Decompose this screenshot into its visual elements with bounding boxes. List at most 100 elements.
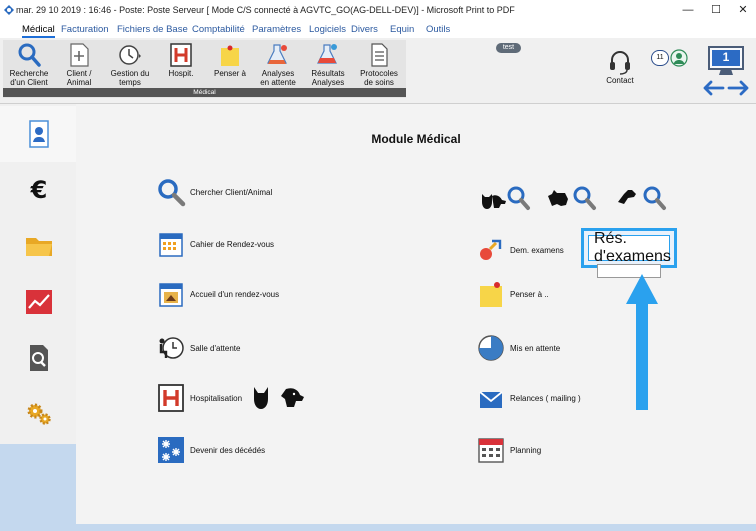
ribbon-label: en attente: [260, 77, 296, 87]
planning-button[interactable]: Planning: [476, 432, 541, 468]
hospital-icon: [170, 43, 192, 67]
maximize-button[interactable]: ☐: [702, 0, 730, 20]
gears-icon: [27, 403, 51, 425]
exam-request-icon: [480, 239, 502, 260]
sidebar-tab-statistiques[interactable]: [0, 274, 76, 330]
planning-calendar-icon: [478, 438, 504, 463]
menu-item-label: Hospitalisation: [190, 393, 243, 403]
folder-icon: [26, 238, 52, 256]
count-badge[interactable]: 11: [651, 50, 669, 66]
menu-item-label: Planning: [510, 445, 542, 455]
menu-item-label: Chercher Client/Animal: [190, 187, 273, 197]
hospitalisation-button[interactable]: Hospitalisation: [156, 380, 306, 416]
menu-item-label: Relances ( mailing ): [510, 393, 581, 403]
menu-parametres[interactable]: Paramètres: [252, 24, 301, 35]
sidebar-tab-medical[interactable]: [0, 106, 76, 162]
flask-icon: [267, 44, 287, 64]
menu-item-label: Accueil d'un rendez-vous: [190, 289, 280, 299]
cat-dog-search-icon: [482, 186, 530, 210]
minimize-button[interactable]: —: [674, 0, 702, 20]
search-cat-dog-button[interactable]: [480, 180, 532, 216]
ribbon-resultats-analyses-button[interactable]: Résultats Analyses: [305, 42, 351, 87]
ribbon-recherche-client-button[interactable]: Recherche d'un Client: [5, 42, 53, 87]
search-cattle-button[interactable]: [546, 180, 598, 216]
screen-number: 1: [722, 50, 730, 64]
ribbon-hospit-button[interactable]: Hospit.: [163, 42, 199, 79]
mis-en-attente-button[interactable]: Mis en attente: [476, 330, 560, 366]
ribbon-gestion-temps-button[interactable]: Gestion du temps: [106, 42, 154, 87]
dog-icon: [281, 388, 305, 407]
ribbon-label: Hospit.: [168, 69, 194, 78]
menu-item-label: Devenir des décédés: [190, 445, 266, 455]
menu-medical[interactable]: Médical: [22, 24, 55, 38]
user-circle-icon[interactable]: [670, 49, 688, 67]
accueil-rendez-vous-button[interactable]: Accueil d'un rendez-vous: [156, 276, 279, 312]
test-badge: test: [496, 43, 521, 53]
euro-icon: €: [30, 176, 48, 204]
patient-card-icon: [29, 120, 49, 148]
menu-divers[interactable]: Divers: [351, 24, 378, 35]
hospital-icon: [158, 384, 184, 412]
ribbon-analyses-attente-button[interactable]: Analyses en attente: [255, 42, 301, 87]
ribbon-label: Analyses: [311, 77, 345, 87]
menu-equin[interactable]: Equin: [390, 24, 414, 35]
ribbon-client-animal-button[interactable]: Client / Animal: [57, 42, 101, 87]
sidebar-tab-recherche[interactable]: [0, 330, 76, 386]
menu-outils[interactable]: Outils: [426, 24, 450, 35]
ribbon-label: Animal: [66, 77, 92, 87]
ribbon-label: d'un Client: [10, 77, 48, 87]
ribbon-label: temps: [119, 77, 141, 87]
menu-bar: Médical Facturation Fichiers de Base Com…: [0, 20, 756, 38]
sidebar-tab-facturation[interactable]: €: [0, 162, 76, 218]
menu-item-label: Cahier de Rendez-vous: [190, 239, 275, 249]
headset-icon: [610, 51, 630, 75]
relances-mailing-button[interactable]: Relances ( mailing ): [476, 380, 581, 416]
menu-logiciels[interactable]: Logiciels: [309, 24, 346, 35]
res-examens-highlight: Rés. d'examens: [581, 228, 677, 268]
menu-comptabilite[interactable]: Comptabilité: [192, 24, 245, 35]
cattle-search-icon: [548, 186, 596, 210]
penser-a-button[interactable]: Penser à ..: [476, 276, 549, 312]
cahier-rendez-vous-button[interactable]: Cahier de Rendez-vous: [156, 226, 274, 262]
window-title-bar: mar. 29 10 2019 : 16:46 - Poste: Poste S…: [0, 0, 756, 20]
ribbon-protocoles-soins-button[interactable]: Protocoles de soins: [355, 42, 403, 87]
ribbon-group-caption: Médical: [3, 88, 406, 97]
flask-results-icon: [317, 44, 337, 64]
sidebar-tab-parametres[interactable]: [0, 386, 76, 442]
search-horse-button[interactable]: [616, 180, 668, 216]
dem-examens-button[interactable]: Dem. examens: [476, 232, 564, 268]
menu-fichiers-de-base[interactable]: Fichiers de Base: [117, 24, 188, 35]
waiting-room-icon: [159, 337, 184, 359]
sidebar-tab-fichiers[interactable]: [0, 218, 76, 274]
menu-item-label: Mis en attente: [510, 343, 561, 353]
cat-icon: [254, 387, 269, 409]
close-button[interactable]: ✕: [729, 0, 756, 20]
chercher-client-animal-button[interactable]: Chercher Client/Animal: [156, 174, 272, 210]
ribbon-label: Penser à: [213, 69, 247, 78]
res-examens-button[interactable]: Rés. d'examens: [588, 230, 671, 265]
snowflake-icon: [158, 437, 184, 463]
search-icon: [158, 179, 186, 207]
document-plus-icon: [70, 43, 89, 67]
search-icon: [18, 43, 41, 67]
sidebar: €: [0, 104, 76, 444]
horse-search-icon: [618, 186, 666, 210]
ribbon-penser-a-button[interactable]: Penser à: [210, 42, 250, 79]
devenir-decedes-button[interactable]: Devenir des décédés: [156, 432, 265, 468]
navigation-arrows-icon[interactable]: [703, 80, 749, 96]
window-title: mar. 29 10 2019 : 16:46 - Poste: Poste S…: [16, 5, 515, 15]
menu-item-label: Salle d'attente: [190, 343, 241, 353]
svg-text:€: €: [30, 176, 48, 204]
envelope-icon: [479, 391, 503, 408]
page-title: Module Médical: [371, 132, 461, 146]
document-search-icon: [30, 345, 48, 371]
salle-attente-button[interactable]: Salle d'attente: [156, 330, 240, 366]
menu-item-label: Dem. examens: [510, 245, 564, 255]
screen-selector-button[interactable]: 1: [707, 45, 745, 77]
menu-facturation[interactable]: Facturation: [61, 24, 109, 35]
contact-button[interactable]: Contact: [600, 48, 640, 85]
contact-label: Contact: [606, 76, 634, 85]
app-logo-icon: [4, 5, 14, 15]
line-chart-icon: [26, 290, 52, 314]
annotation-arrow-icon: [626, 274, 658, 410]
